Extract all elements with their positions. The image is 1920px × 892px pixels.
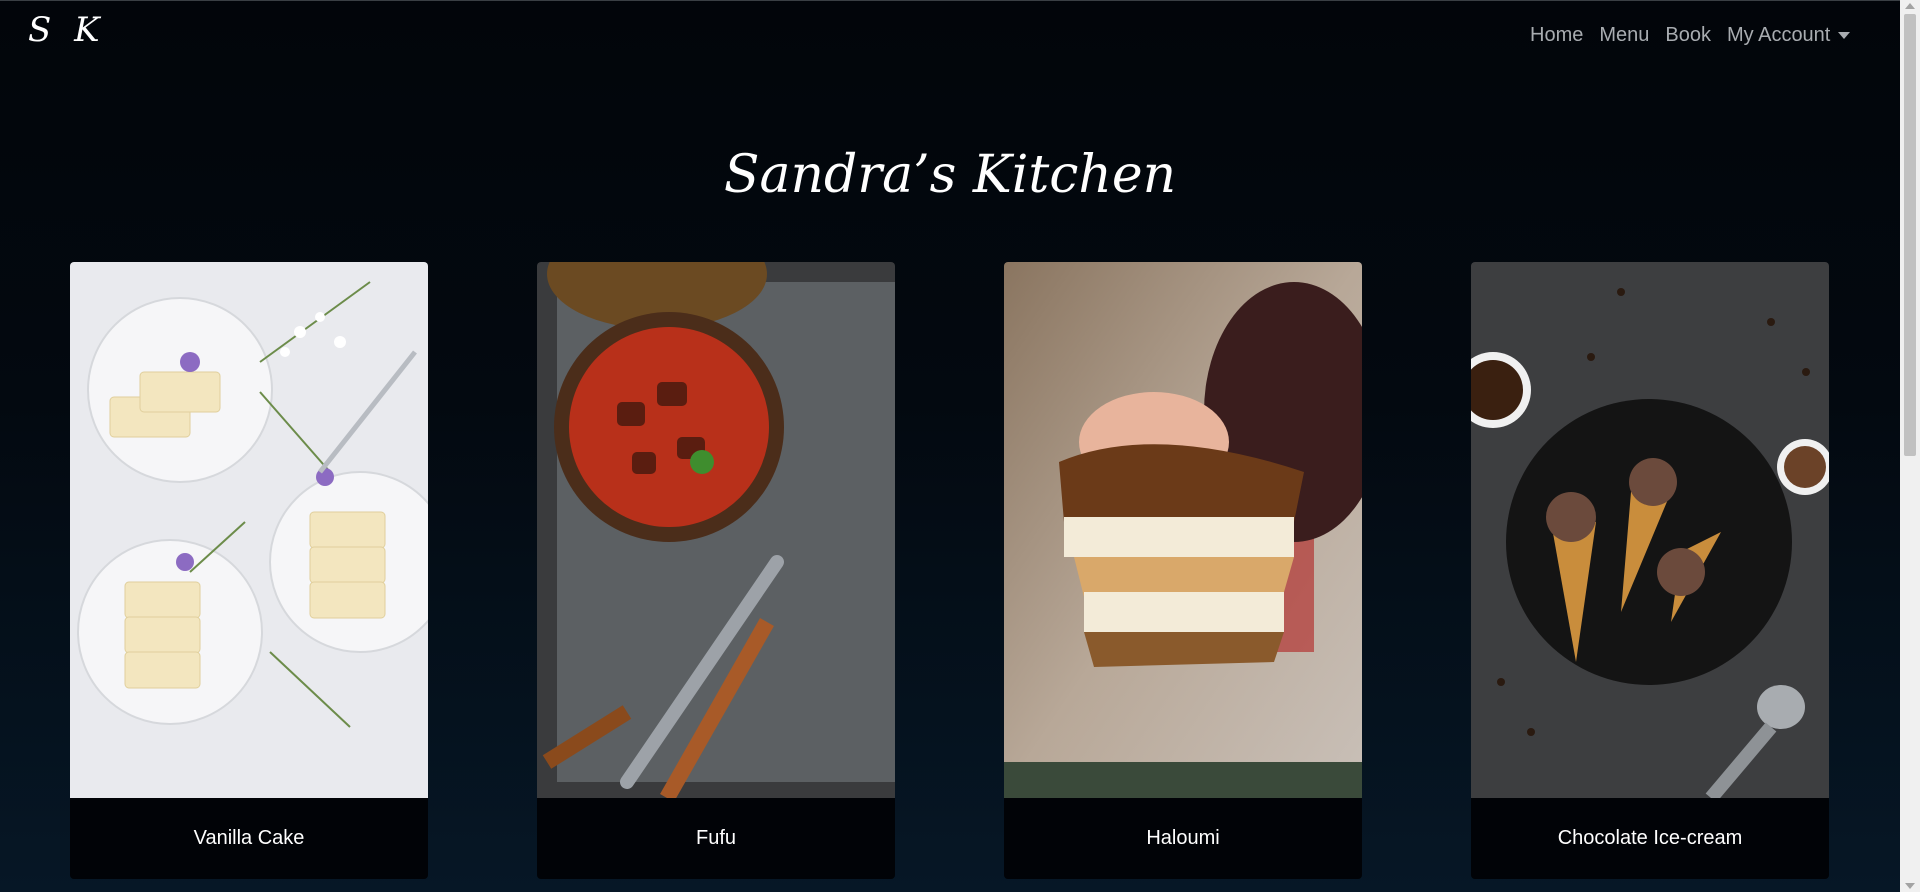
nav-home-link[interactable]: Home [1530,24,1583,47]
menu-card-chocolate-ice-cream[interactable]: Chocolate Ice-cream [1471,262,1829,879]
card-label: Vanilla Cake [193,827,305,849]
caret-down-icon [1838,32,1851,39]
vertical-scrollbar[interactable] [1900,0,1920,892]
scroll-down-icon[interactable] [1905,883,1915,889]
main-nav: Home Menu Book My Account [1530,24,1866,47]
window-top-border [0,0,1900,1]
haloumi-image [1004,262,1362,798]
menu-card-vanilla-cake[interactable]: Vanilla Cake [70,262,428,879]
card-label: Fufu [695,827,737,849]
brand-logo[interactable]: S K [28,10,106,50]
scrollbar-thumb[interactable] [1904,14,1916,456]
menu-card-haloumi[interactable]: Haloumi [1004,262,1362,879]
nav-account-dropdown[interactable]: My Account [1726,24,1851,47]
nav-book-link[interactable]: Book [1665,24,1711,47]
nav-account-label: My Account [1726,24,1831,46]
nav-menu-link[interactable]: Menu [1599,24,1649,47]
vanilla-cake-image [70,262,428,798]
scroll-up-icon[interactable] [1905,3,1915,9]
card-label: Haloumi [1146,827,1220,849]
chocolate-ice-cream-image [1471,262,1829,803]
menu-card-fufu[interactable]: Fufu [537,262,895,879]
fufu-image [537,262,895,802]
card-label: Chocolate Ice-cream [1557,827,1743,849]
page-title: Sandra’s Kitchen [723,145,1177,205]
